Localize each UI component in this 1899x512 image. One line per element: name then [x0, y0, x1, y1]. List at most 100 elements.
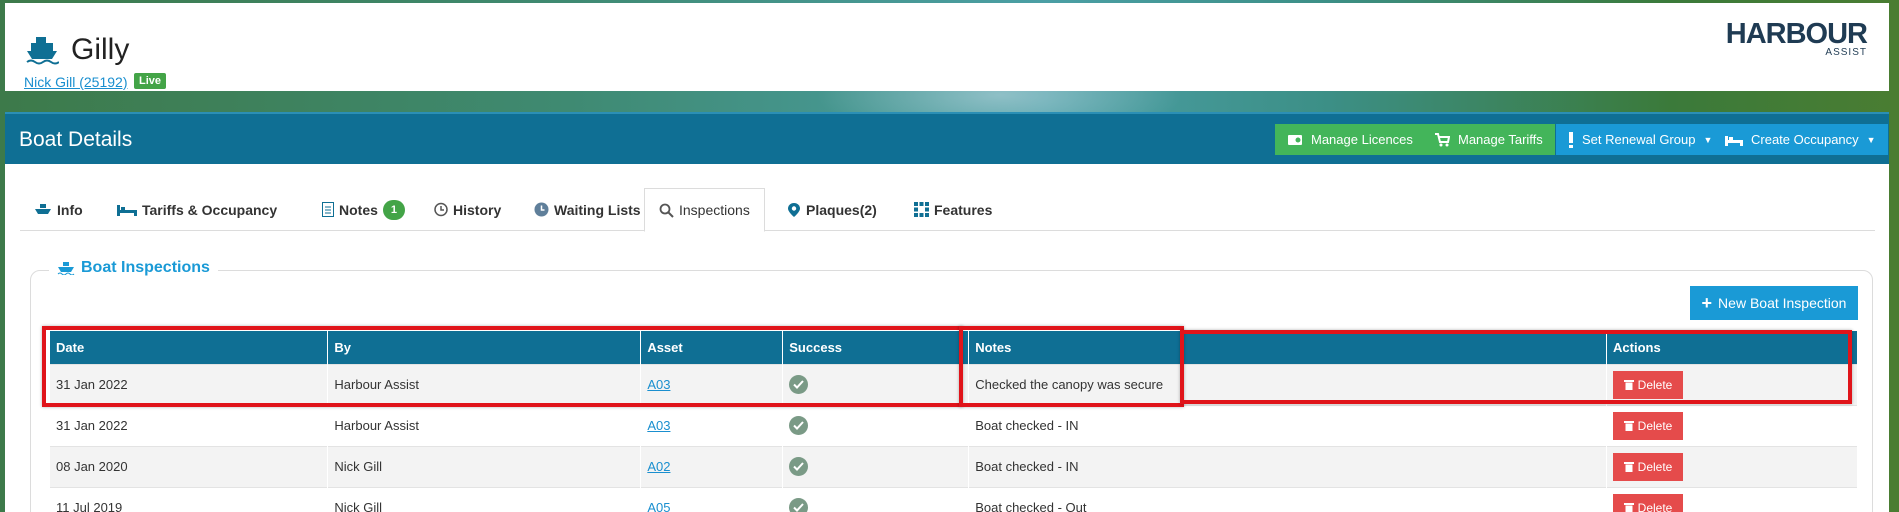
boat-icon [25, 35, 60, 65]
table-row: 31 Jan 2022 Harbour Assist A03 Checked t… [50, 363, 1858, 405]
search-icon [659, 203, 674, 218]
trash-icon [1623, 380, 1634, 390]
delete-label: Delete [1637, 418, 1673, 433]
clock-icon [534, 202, 549, 217]
set-renewal-group-label: Set Renewal Group [1582, 132, 1696, 147]
trash-icon [1623, 503, 1634, 512]
notes-cell: Boat checked - IN [968, 445, 1608, 487]
date-cell: 11 Jul 2019 [50, 486, 329, 512]
delete-label: Delete [1637, 459, 1673, 474]
history-icon [434, 202, 448, 217]
actions-cell: Delete [1606, 445, 1858, 487]
table-header-row: Date By Asset Success Notes Actions [50, 331, 1858, 364]
new-boat-inspection-button[interactable]: + New Boat Inspection [1690, 286, 1858, 320]
asset-cell: A03 [640, 404, 784, 446]
by-cell: Harbour Assist [327, 404, 642, 446]
check-circle-icon [789, 416, 809, 435]
table-row: 11 Jul 2019 Nick Gill A05 Boat checked -… [50, 486, 1858, 512]
tab-tariffs-occupancy[interactable]: Tariffs & Occupancy [103, 188, 291, 231]
tab-info[interactable]: Info [20, 188, 97, 231]
success-cell [782, 486, 970, 512]
delete-button[interactable]: Delete [1613, 370, 1684, 399]
column-header[interactable]: Notes [968, 331, 1608, 364]
date-cell: 08 Jan 2020 [50, 445, 329, 487]
column-header: Actions [1606, 331, 1858, 364]
create-occupancy-button[interactable]: Create Occupancy ▼ [1713, 124, 1888, 155]
actions-cell: Delete [1606, 404, 1858, 446]
exclamation-icon [1569, 131, 1573, 148]
delete-button[interactable]: Delete [1613, 452, 1684, 481]
asset-cell: A03 [640, 363, 784, 405]
harbour-assist-logo: HARBOUR ASSIST [1726, 19, 1868, 58]
tab-features-label: Features [934, 201, 993, 218]
map-marker-icon [788, 202, 800, 217]
asset-cell: A05 [640, 486, 784, 512]
tab-waiting-lists[interactable]: Waiting Lists [520, 188, 655, 231]
inspections-legend: Boat Inspections [49, 259, 218, 277]
owner-link[interactable]: Nick Gill (25192) [24, 74, 127, 90]
success-cell [782, 445, 970, 487]
manage-tariffs-button[interactable]: Manage Tariffs [1422, 124, 1555, 155]
caret-down-icon: ▼ [1703, 134, 1713, 145]
delete-label: Delete [1637, 377, 1673, 392]
asset-link[interactable]: A03 [647, 377, 670, 392]
actions-cell: Delete [1606, 363, 1858, 405]
tab-history[interactable]: History [419, 188, 515, 231]
asset-link[interactable]: A02 [647, 459, 670, 474]
by-cell: Nick Gill [327, 486, 642, 512]
date-cell: 31 Jan 2022 [50, 363, 329, 405]
column-header[interactable]: Asset [640, 331, 784, 364]
bed-icon [117, 204, 137, 216]
boat-name: Gilly [71, 33, 130, 66]
manage-licences-label: Manage Licences [1311, 132, 1413, 147]
tab-waiting-lists-label: Waiting Lists [554, 201, 641, 218]
panel-heading: Boat Details Manage Licences Manage Tari… [5, 112, 1889, 164]
date-cell: 31 Jan 2022 [50, 404, 329, 446]
column-header[interactable]: Date [50, 331, 329, 364]
asset-link[interactable]: A05 [647, 500, 670, 512]
tab-plaques[interactable]: Plaques(2) [773, 188, 891, 231]
delete-button[interactable]: Delete [1613, 411, 1684, 440]
licence-icon [1288, 134, 1302, 145]
boat-icon [57, 262, 75, 275]
column-header[interactable]: By [327, 331, 642, 364]
tab-history-label: History [453, 201, 502, 218]
check-circle-icon [789, 457, 809, 476]
tab-plaques-label: Plaques(2) [806, 201, 877, 218]
notes-cell: Boat checked - IN [968, 404, 1608, 446]
notes-count-badge: 1 [382, 199, 405, 220]
notes-cell: Checked the canopy was secure [968, 363, 1608, 405]
inspections-table: Date By Asset Success Notes Actions 31 J… [50, 331, 1858, 512]
tab-inspections[interactable]: Inspections [644, 188, 765, 232]
tab-features[interactable]: Features [900, 188, 1006, 231]
plus-icon: + [1701, 293, 1713, 313]
set-renewal-group-button[interactable]: Set Renewal Group ▼ [1556, 124, 1725, 155]
panel-title: Boat Details [19, 128, 133, 151]
cart-icon [1435, 132, 1450, 146]
caret-down-icon: ▼ [1866, 134, 1876, 145]
tab-notes[interactable]: Notes 1 [308, 188, 419, 231]
manage-tariffs-label: Manage Tariffs [1458, 132, 1543, 147]
table-row: 08 Jan 2020 Nick Gill A02 Boat checked -… [50, 445, 1858, 487]
asset-link[interactable]: A03 [647, 418, 670, 433]
tab-notes-label: Notes [339, 201, 378, 218]
by-cell: Nick Gill [327, 445, 642, 487]
bed-icon [1725, 135, 1743, 146]
inspections-legend-label: Boat Inspections [81, 259, 210, 276]
tab-tariffs-label: Tariffs & Occupancy [142, 201, 278, 218]
tab-inspections-label: Inspections [679, 202, 750, 218]
check-circle-icon [789, 375, 809, 394]
notes-cell: Boat checked - Out [968, 486, 1608, 512]
by-cell: Harbour Assist [327, 363, 642, 405]
delete-label: Delete [1637, 500, 1673, 512]
column-header[interactable]: Success [782, 331, 970, 364]
check-circle-icon [789, 498, 809, 512]
delete-button[interactable]: Delete [1613, 493, 1684, 512]
trash-icon [1623, 421, 1634, 431]
panel-body: Info Tariffs & Occupancy Notes 1 History… [5, 164, 1889, 512]
document-icon [322, 202, 334, 217]
trash-icon [1623, 462, 1634, 472]
success-cell [782, 363, 970, 405]
manage-licences-button[interactable]: Manage Licences [1275, 124, 1425, 155]
create-occupancy-label: Create Occupancy [1751, 132, 1859, 147]
